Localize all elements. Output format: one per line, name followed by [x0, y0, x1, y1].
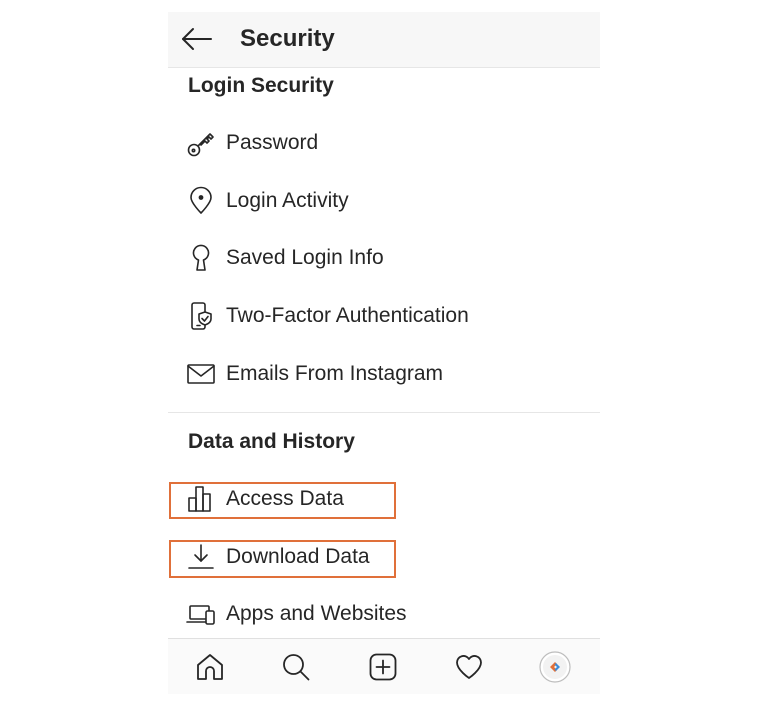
menu-item-label: Two-Factor Authentication	[226, 304, 469, 327]
profile-avatar-icon	[539, 651, 571, 683]
location-pin-icon	[186, 186, 216, 216]
nav-home-button[interactable]	[194, 651, 226, 683]
menu-item-login-activity[interactable]: Login Activity	[168, 179, 600, 223]
key-icon	[186, 128, 216, 158]
home-icon	[197, 654, 223, 680]
menu-item-emails-from-instagram[interactable]: Emails From Instagram	[168, 352, 600, 396]
add-post-icon	[369, 653, 397, 681]
bottom-nav-bar	[168, 638, 600, 694]
section-divider	[168, 412, 600, 413]
back-arrow-icon	[182, 28, 212, 50]
section-title-data-and-history: Data and History	[188, 430, 355, 453]
menu-item-label: Login Activity	[226, 189, 349, 212]
menu-item-label: Access Data	[226, 487, 344, 510]
menu-item-label: Download Data	[226, 545, 370, 568]
menu-item-label: Saved Login Info	[226, 246, 384, 269]
nav-profile-button[interactable]	[539, 651, 571, 683]
security-screen: Security Login Security Password Login A…	[168, 12, 600, 694]
keyhole-icon	[186, 243, 216, 273]
devices-icon	[186, 599, 216, 629]
envelope-icon	[186, 359, 216, 389]
download-icon	[186, 542, 216, 572]
bar-chart-icon	[186, 484, 216, 514]
nav-new-post-button[interactable]	[367, 651, 399, 683]
nav-activity-button[interactable]	[453, 651, 485, 683]
phone-shield-icon	[186, 301, 216, 331]
menu-item-download-data[interactable]: Download Data	[168, 535, 600, 579]
heart-icon	[456, 655, 482, 679]
section-title-login-security: Login Security	[188, 74, 334, 97]
nav-search-button[interactable]	[280, 651, 312, 683]
menu-item-access-data[interactable]: Access Data	[168, 477, 600, 521]
menu-item-apps-and-websites[interactable]: Apps and Websites	[168, 592, 600, 636]
menu-item-label: Password	[226, 131, 319, 154]
menu-item-password[interactable]: Password	[168, 121, 600, 165]
search-icon	[283, 654, 310, 681]
header-bar: Security	[168, 12, 600, 68]
menu-item-two-factor-authentication[interactable]: Two-Factor Authentication	[168, 294, 600, 338]
menu-item-saved-login-info[interactable]: Saved Login Info	[168, 236, 600, 280]
page-title: Security	[240, 25, 335, 52]
menu-item-label: Emails From Instagram	[226, 362, 444, 385]
back-button[interactable]	[180, 22, 214, 56]
menu-item-label: Apps and Websites	[226, 602, 407, 625]
